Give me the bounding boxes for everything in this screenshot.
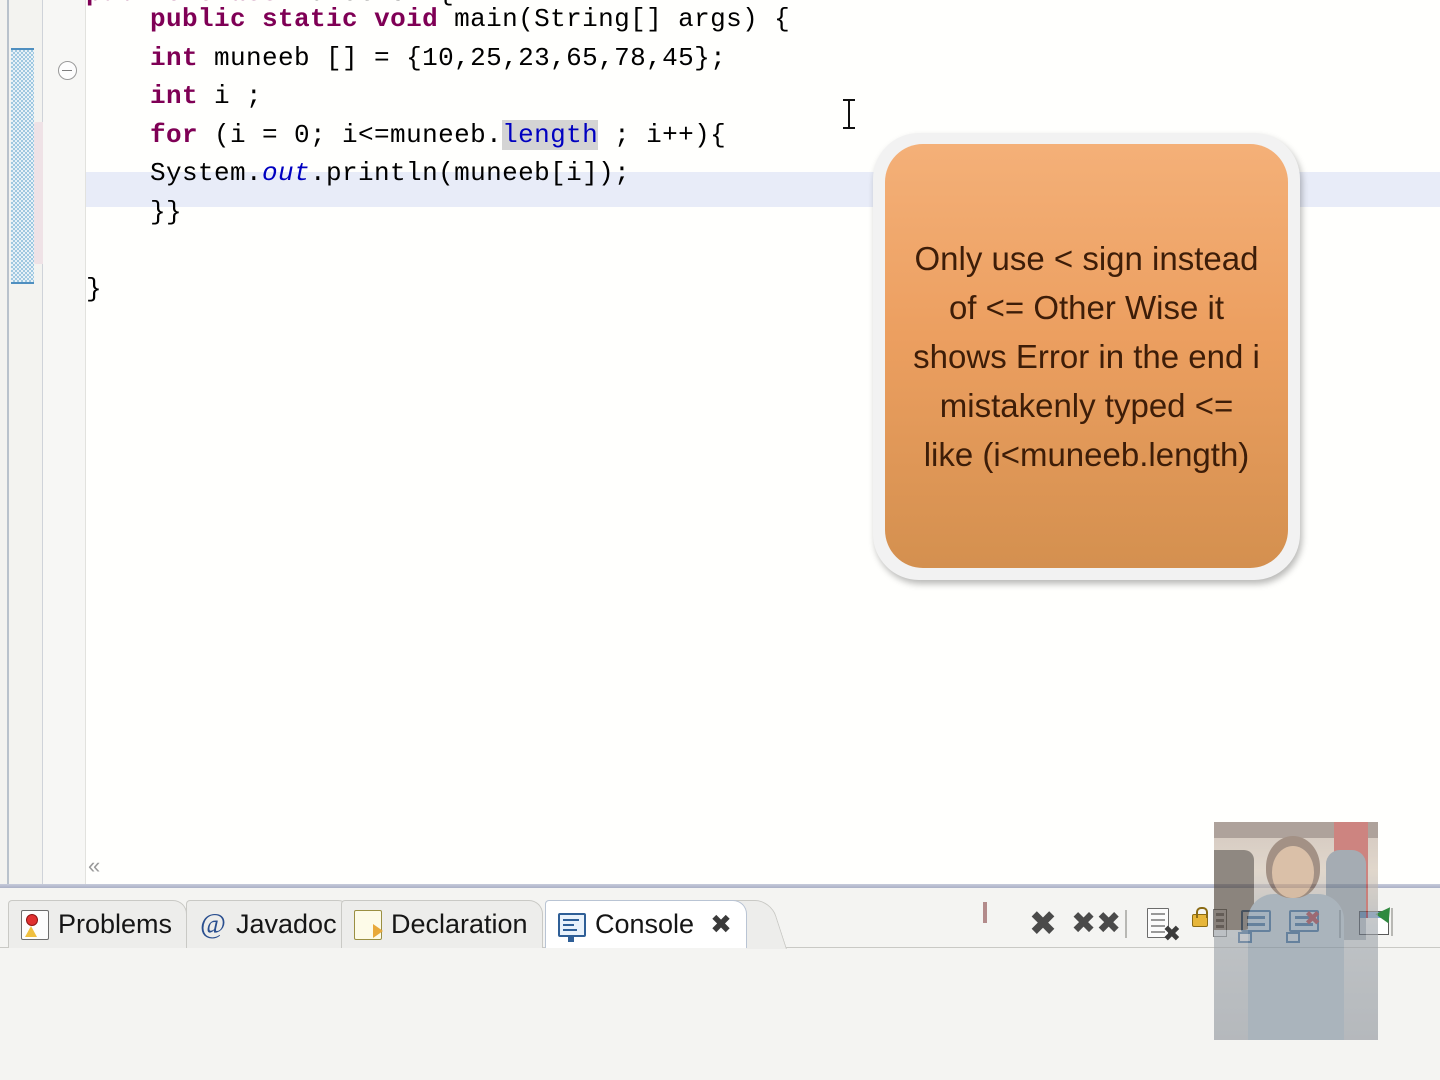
remove-launch-button[interactable]: ✖ <box>1023 904 1063 944</box>
toolbar-edge <box>1391 908 1393 936</box>
source-code[interactable]: public static void main(String[] args) {… <box>86 0 790 308</box>
tab-declaration-label: Declaration <box>391 909 528 939</box>
console-icon <box>558 912 586 942</box>
rail-divider <box>7 0 9 888</box>
eclipse-ide-window: public static void main(String[] args) {… <box>0 0 1440 1080</box>
webcam-overlay <box>1214 822 1378 1040</box>
code-line-array[interactable]: int muneeb [] = {10,25,23,65,78,45}; <box>86 39 790 78</box>
code-line-end[interactable]: } <box>86 270 790 309</box>
editor-gutter[interactable] <box>43 0 86 888</box>
tab-problems-label: Problems <box>58 909 173 939</box>
callout-line-5: like (i<muneeb.length) <box>923 435 1250 473</box>
callout-line-2: of <= Other Wise it <box>948 288 1225 326</box>
toolbar-separator <box>1125 910 1127 938</box>
callout-line-3: shows Error in the end i <box>913 337 1260 375</box>
occurrence-highlight-length[interactable]: length <box>502 119 599 150</box>
tab-problems[interactable]: Problems <box>8 900 188 948</box>
problems-icon <box>21 909 49 940</box>
annotation-callout-text: Only use < sign instead of <= Other Wise… <box>889 234 1285 479</box>
callout-line-4: mistakenly typed <= <box>939 386 1234 424</box>
terminate-button[interactable] <box>975 902 1015 944</box>
annotation-callout: Only use < sign instead of <= Other Wise… <box>873 133 1300 580</box>
tab-console[interactable]: Console ✖ <box>545 900 747 948</box>
callout-line-1: Only use < sign instead <box>914 239 1259 277</box>
declaration-icon <box>354 909 383 940</box>
code-line-close[interactable]: }} <box>86 193 790 232</box>
tab-console-label: Console <box>595 909 695 939</box>
close-icon[interactable]: ✖ <box>710 912 732 938</box>
tab-javadoc-label: Javadoc <box>236 909 337 939</box>
code-line-class-declaration[interactable]: public class function { <box>86 0 454 8</box>
annotation-range-marker[interactable] <box>11 48 34 284</box>
tab-javadoc[interactable]: @ Javadoc <box>186 900 352 948</box>
code-line-for[interactable]: for (i = 0; i<=muneeb.length ; i++){ <box>86 116 790 155</box>
text-caret <box>843 99 855 129</box>
code-line-inti[interactable]: int i ; <box>86 77 790 116</box>
code-line-print[interactable]: System.out.println(muneeb[i]); <box>86 154 790 193</box>
annotation-callout-body: Only use < sign instead of <= Other Wise… <box>885 144 1288 568</box>
collapse-fold-icon[interactable] <box>58 61 77 80</box>
editor-collapse-chevron[interactable]: « <box>88 855 100 877</box>
javadoc-at-icon: @ <box>200 908 226 940</box>
clear-console-button[interactable]: ✖ <box>1141 904 1181 946</box>
remove-all-terminated-button[interactable]: ✖✖ <box>1071 904 1121 944</box>
tab-declaration[interactable]: Declaration <box>341 900 543 948</box>
